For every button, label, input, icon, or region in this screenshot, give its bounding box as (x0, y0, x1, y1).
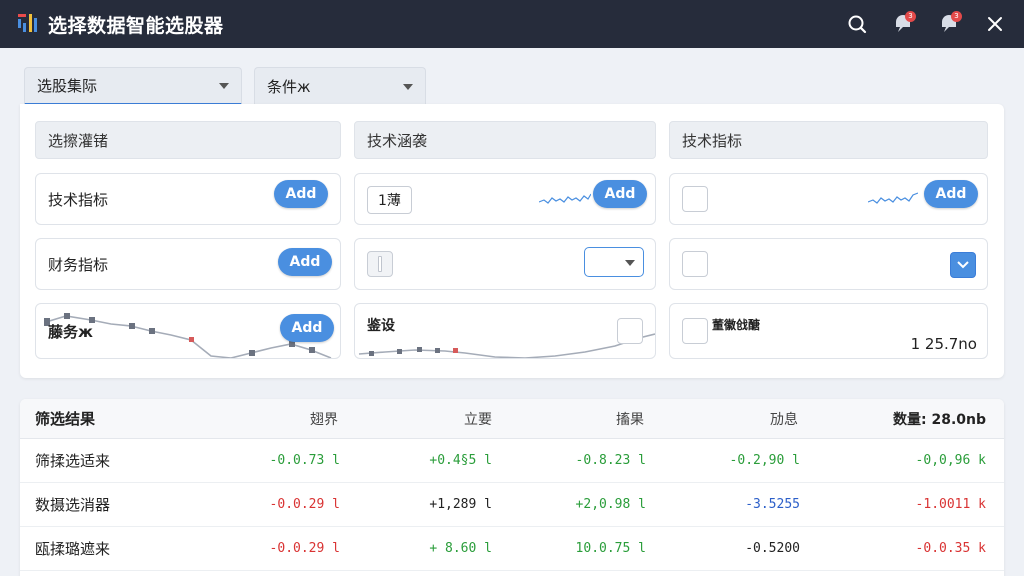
trend-chart (358, 333, 655, 358)
checkbox[interactable] (682, 186, 708, 212)
row-cell: 10.0.75 l (575, 541, 646, 556)
table-row[interactable]: 瓯揉璐遮来 -0.0.29 l + 8.60 l 10.0.75 l -0.52… (20, 527, 1004, 571)
card-label: 藤务ж (48, 322, 93, 341)
condition-dropdown[interactable]: 条件ж (254, 67, 426, 105)
candle (149, 328, 155, 334)
message-button[interactable]: 3 (934, 9, 964, 39)
stock-pool-dropdown[interactable]: 选股集际 (24, 67, 242, 105)
table-row[interactable]: 数摄选消器 -0.0.29 l +1,289 l +2,0.98 l -3.52… (20, 483, 1004, 527)
checkbox[interactable] (682, 251, 708, 277)
readout-value: 1 25.7no (910, 335, 977, 353)
search-icon (848, 15, 867, 34)
add-technical-indicator-button[interactable]: Add (274, 180, 328, 208)
condition-select[interactable] (584, 247, 644, 277)
readout-card: 董徽戗醣 1 25.7no (669, 303, 988, 359)
chevron-down-icon (403, 83, 413, 90)
chevron-down-icon (625, 260, 635, 266)
column-header-1: 选擦灌锗 (35, 121, 341, 159)
table-row[interactable]: 筛揉选适来 -0.0.73 l +0.4§5 l -0.8.23 l -0.2,… (20, 439, 1004, 483)
candle (417, 347, 422, 352)
card-label: 鉴设 (367, 318, 395, 334)
search-button[interactable] (842, 9, 872, 39)
candle (189, 337, 194, 342)
filter-panel: 选擦灌锗 技术涵袭 技术指标 技术指标 Add 财务指标 Add 藤务ж Add… (20, 104, 1004, 378)
add-chart-indicator-button[interactable]: Add (280, 314, 334, 342)
column-header-3: 技术指标 (669, 121, 988, 159)
param-value-input[interactable]: 1薄 (367, 186, 412, 214)
dropdown-toggle[interactable] (950, 252, 976, 278)
row-cell: -0.0.29 l (269, 541, 340, 556)
results-title: 筛选结果 (35, 410, 96, 428)
row-cell: -0.2,90 l (729, 453, 800, 468)
row-cell: -0,0,96 k (915, 453, 986, 468)
logo-icon (18, 14, 38, 34)
indicator-card-3: Add (669, 173, 988, 225)
add-tech-param-button[interactable]: Add (593, 180, 647, 208)
stock-pool-label: 选股集际 (37, 77, 98, 95)
row-cell: -0.5200 (745, 541, 800, 556)
row-name: 瓯揉璐遮来 (35, 540, 111, 558)
notification-button[interactable]: 3 (888, 9, 918, 39)
row-cell: -3.5255 (745, 497, 800, 512)
column-header[interactable]: 劢息 (770, 399, 798, 439)
row-cell: +1,289 l (429, 497, 492, 512)
candle (435, 348, 440, 353)
add-indicator-button[interactable]: Add (924, 180, 978, 208)
row-name: 数摄选消器 (35, 496, 111, 514)
results-table: 筛选结果 翅界 立要 搐果 劢息 数量: 28.0nb 筛揉选适来 -0.0.7… (20, 399, 1004, 576)
row-cell: -0.0.73 l (269, 453, 340, 468)
chevron-down-icon (219, 82, 229, 89)
financial-indicator-card: 财务指标 Add (35, 238, 341, 290)
column-header[interactable]: 搐果 (616, 399, 644, 439)
candle (249, 350, 255, 356)
row-cell: -0.0.35 k (915, 541, 986, 556)
message-badge: 3 (951, 11, 962, 22)
chart-card-1: 藤务ж Add (35, 303, 341, 359)
sparkline (539, 193, 591, 204)
chevron-down-icon (957, 261, 969, 269)
technical-indicator-card: 技术指标 Add (35, 173, 341, 225)
toggle-switch[interactable] (367, 251, 393, 277)
tech-param-card: 1薄 Add (354, 173, 656, 225)
card-label: 技术指标 (48, 190, 109, 209)
close-icon (988, 17, 1002, 31)
candle (453, 348, 458, 353)
row-cell: +0.4§5 l (429, 453, 492, 468)
table-header: 筛选结果 翅界 立要 搐果 劢息 数量: 28.0nb (20, 399, 1004, 439)
select-card (354, 238, 656, 290)
notification-badge: 3 (905, 11, 916, 22)
count-header: 数量: 28.0nb (892, 412, 986, 428)
condition-label: 条件ж (267, 78, 311, 96)
candle (309, 347, 315, 353)
checkbox[interactable] (617, 318, 643, 344)
row-cell: -1.0011 k (915, 497, 986, 512)
row-cell: +2,0.98 l (575, 497, 646, 512)
candle (397, 349, 402, 354)
column-header[interactable]: 翅界 (310, 399, 338, 439)
close-button[interactable] (980, 9, 1010, 39)
checkbox[interactable] (682, 318, 708, 344)
readout-label: 董徽戗醣 (712, 318, 761, 332)
row-cell: + 8.60 l (429, 541, 492, 556)
candle (129, 323, 135, 329)
chart-card-2: 鉴设 (354, 303, 656, 359)
row-cell: -0.8.23 l (575, 453, 646, 468)
card-label: 财务指标 (48, 255, 109, 274)
indicator-select-card (669, 238, 988, 290)
row-name: 筛揉选适来 (35, 452, 111, 470)
title-bar: 选择数据智能选股器 3 3 (0, 0, 1024, 48)
column-header-2: 技术涵袭 (354, 121, 656, 159)
column-header[interactable]: 立要 (464, 399, 492, 439)
sparkline (868, 192, 918, 204)
add-financial-indicator-button[interactable]: Add (278, 248, 332, 276)
app-title: 选择数据智能选股器 (48, 14, 224, 37)
row-cell: -0.0.29 l (269, 497, 340, 512)
